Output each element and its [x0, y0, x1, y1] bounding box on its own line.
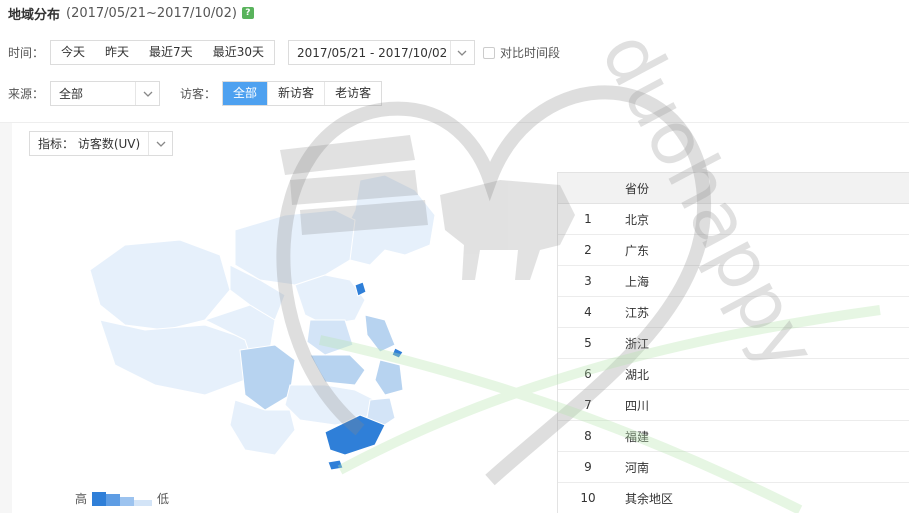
- page-title: 地域分布: [8, 7, 61, 23]
- help-icon[interactable]: ?: [241, 7, 254, 19]
- map-region-hubei[interactable]: [309, 354, 366, 386]
- metric-label: 指标：: [38, 137, 75, 151]
- metric-label-text: 指标： 访客数(UV): [30, 135, 148, 152]
- rank-cell: 2: [584, 243, 592, 257]
- time-quick-options: 今天 昨天 最近7天 最近30天: [50, 40, 275, 65]
- legend-high-label: 高: [75, 492, 88, 506]
- map-region-jiangsu[interactable]: [364, 314, 396, 353]
- visitor-option-returning[interactable]: 老访客: [324, 82, 382, 105]
- time-option-last7[interactable]: 最近7天: [139, 41, 203, 64]
- province-table: 省份 1 北京 2 广东 3 上海 4 江苏 5 浙江 6 湖北 7 四川 8 福建 9 河南 1…: [557, 172, 909, 513]
- source-filter-label: 来源：: [8, 87, 45, 101]
- table-row[interactable]: 9 河南: [558, 452, 909, 483]
- province-cell: 福建: [625, 429, 650, 444]
- province-cell: 北京: [625, 212, 650, 227]
- map-region-north-china[interactable]: [294, 274, 366, 326]
- legend-gradient: [92, 491, 153, 506]
- visitor-option-new[interactable]: 新访客: [267, 82, 325, 105]
- legend-low-label: 低: [157, 492, 170, 506]
- map-region-northeast[interactable]: [344, 174, 436, 266]
- rank-cell: 9: [584, 460, 592, 474]
- map-region-inner-mongolia[interactable]: [234, 209, 356, 286]
- visitor-segment: 全部 新访客 老访客: [222, 81, 383, 106]
- table-row[interactable]: 7 四川: [558, 390, 909, 421]
- province-cell: 江苏: [625, 305, 650, 320]
- source-select[interactable]: 全部: [50, 81, 161, 106]
- table-row[interactable]: 8 福建: [558, 421, 909, 452]
- china-map[interactable]: [85, 170, 465, 470]
- map-legend: 高 低: [75, 490, 169, 507]
- table-row[interactable]: 4 江苏: [558, 297, 909, 328]
- time-filter-row: 时间： 今天 昨天 最近7天 最近30天 2017/05/21 - 2017/1…: [8, 40, 560, 65]
- table-row[interactable]: 5 浙江: [558, 328, 909, 359]
- table-row[interactable]: 2 广东: [558, 235, 909, 266]
- checkbox-icon[interactable]: [482, 46, 495, 59]
- rank-cell: 7: [584, 398, 592, 412]
- rank-cell: 4: [584, 305, 592, 319]
- chevron-down-icon[interactable]: [148, 132, 172, 155]
- table-header: 省份: [558, 173, 909, 204]
- source-value: 全部: [59, 87, 84, 101]
- compare-checkbox[interactable]: 对比时间段: [482, 44, 560, 61]
- table-row[interactable]: 3 上海: [558, 266, 909, 297]
- table-row[interactable]: 10 其余地区: [558, 483, 909, 513]
- time-filter-label: 时间：: [8, 46, 45, 60]
- province-cell: 湖北: [625, 367, 650, 382]
- chevron-down-icon[interactable]: [449, 41, 474, 64]
- chevron-down-icon[interactable]: [135, 82, 159, 105]
- rank-cell: 6: [584, 367, 592, 381]
- metric-value: 访客数(UV): [77, 137, 141, 151]
- table-row[interactable]: 1 北京: [558, 204, 909, 235]
- rank-cell: 10: [580, 491, 596, 505]
- province-cell: 其余地区: [625, 491, 674, 506]
- province-cell: 上海: [625, 274, 650, 289]
- panel-edge: [0, 123, 12, 513]
- map-region-zhejiang[interactable]: [374, 359, 404, 396]
- visitor-filter-label: 访客：: [180, 87, 217, 101]
- date-range-value: 2017/05/21 - 2017/10/02: [296, 45, 448, 60]
- map-region-henan[interactable]: [306, 319, 354, 356]
- province-cell: 广东: [625, 243, 650, 258]
- map-region-xinjiang[interactable]: [89, 239, 231, 331]
- time-option-today[interactable]: 今天: [51, 41, 96, 64]
- date-range-select[interactable]: 2017/05/21 - 2017/10/02: [287, 40, 475, 65]
- compare-label: 对比时间段: [499, 46, 560, 60]
- table-header-province: 省份: [625, 181, 650, 196]
- province-cell: 四川: [625, 398, 650, 413]
- rank-cell: 8: [584, 429, 592, 443]
- metric-select[interactable]: 指标： 访客数(UV): [29, 131, 173, 156]
- rank-cell: 5: [584, 336, 592, 350]
- rank-cell: 3: [584, 274, 592, 288]
- filter-row-2: 来源： 全部 访客： 全部 新访客 老访客: [8, 81, 383, 106]
- rank-cell: 1: [584, 212, 592, 226]
- table-row[interactable]: 6 湖北: [558, 359, 909, 390]
- map-region-hainan[interactable]: [327, 459, 344, 470]
- province-cell: 河南: [625, 460, 650, 475]
- time-option-last30[interactable]: 最近30天: [202, 41, 274, 64]
- time-option-yesterday[interactable]: 昨天: [95, 41, 140, 64]
- province-cell: 浙江: [625, 336, 650, 351]
- map-region-shanghai[interactable]: [391, 347, 404, 359]
- page-date-range: (2017/05/21~2017/10/02): [66, 5, 237, 21]
- page-header: 地域分布 (2017/05/21~2017/10/02) ?: [8, 4, 254, 23]
- visitor-option-all[interactable]: 全部: [223, 82, 268, 105]
